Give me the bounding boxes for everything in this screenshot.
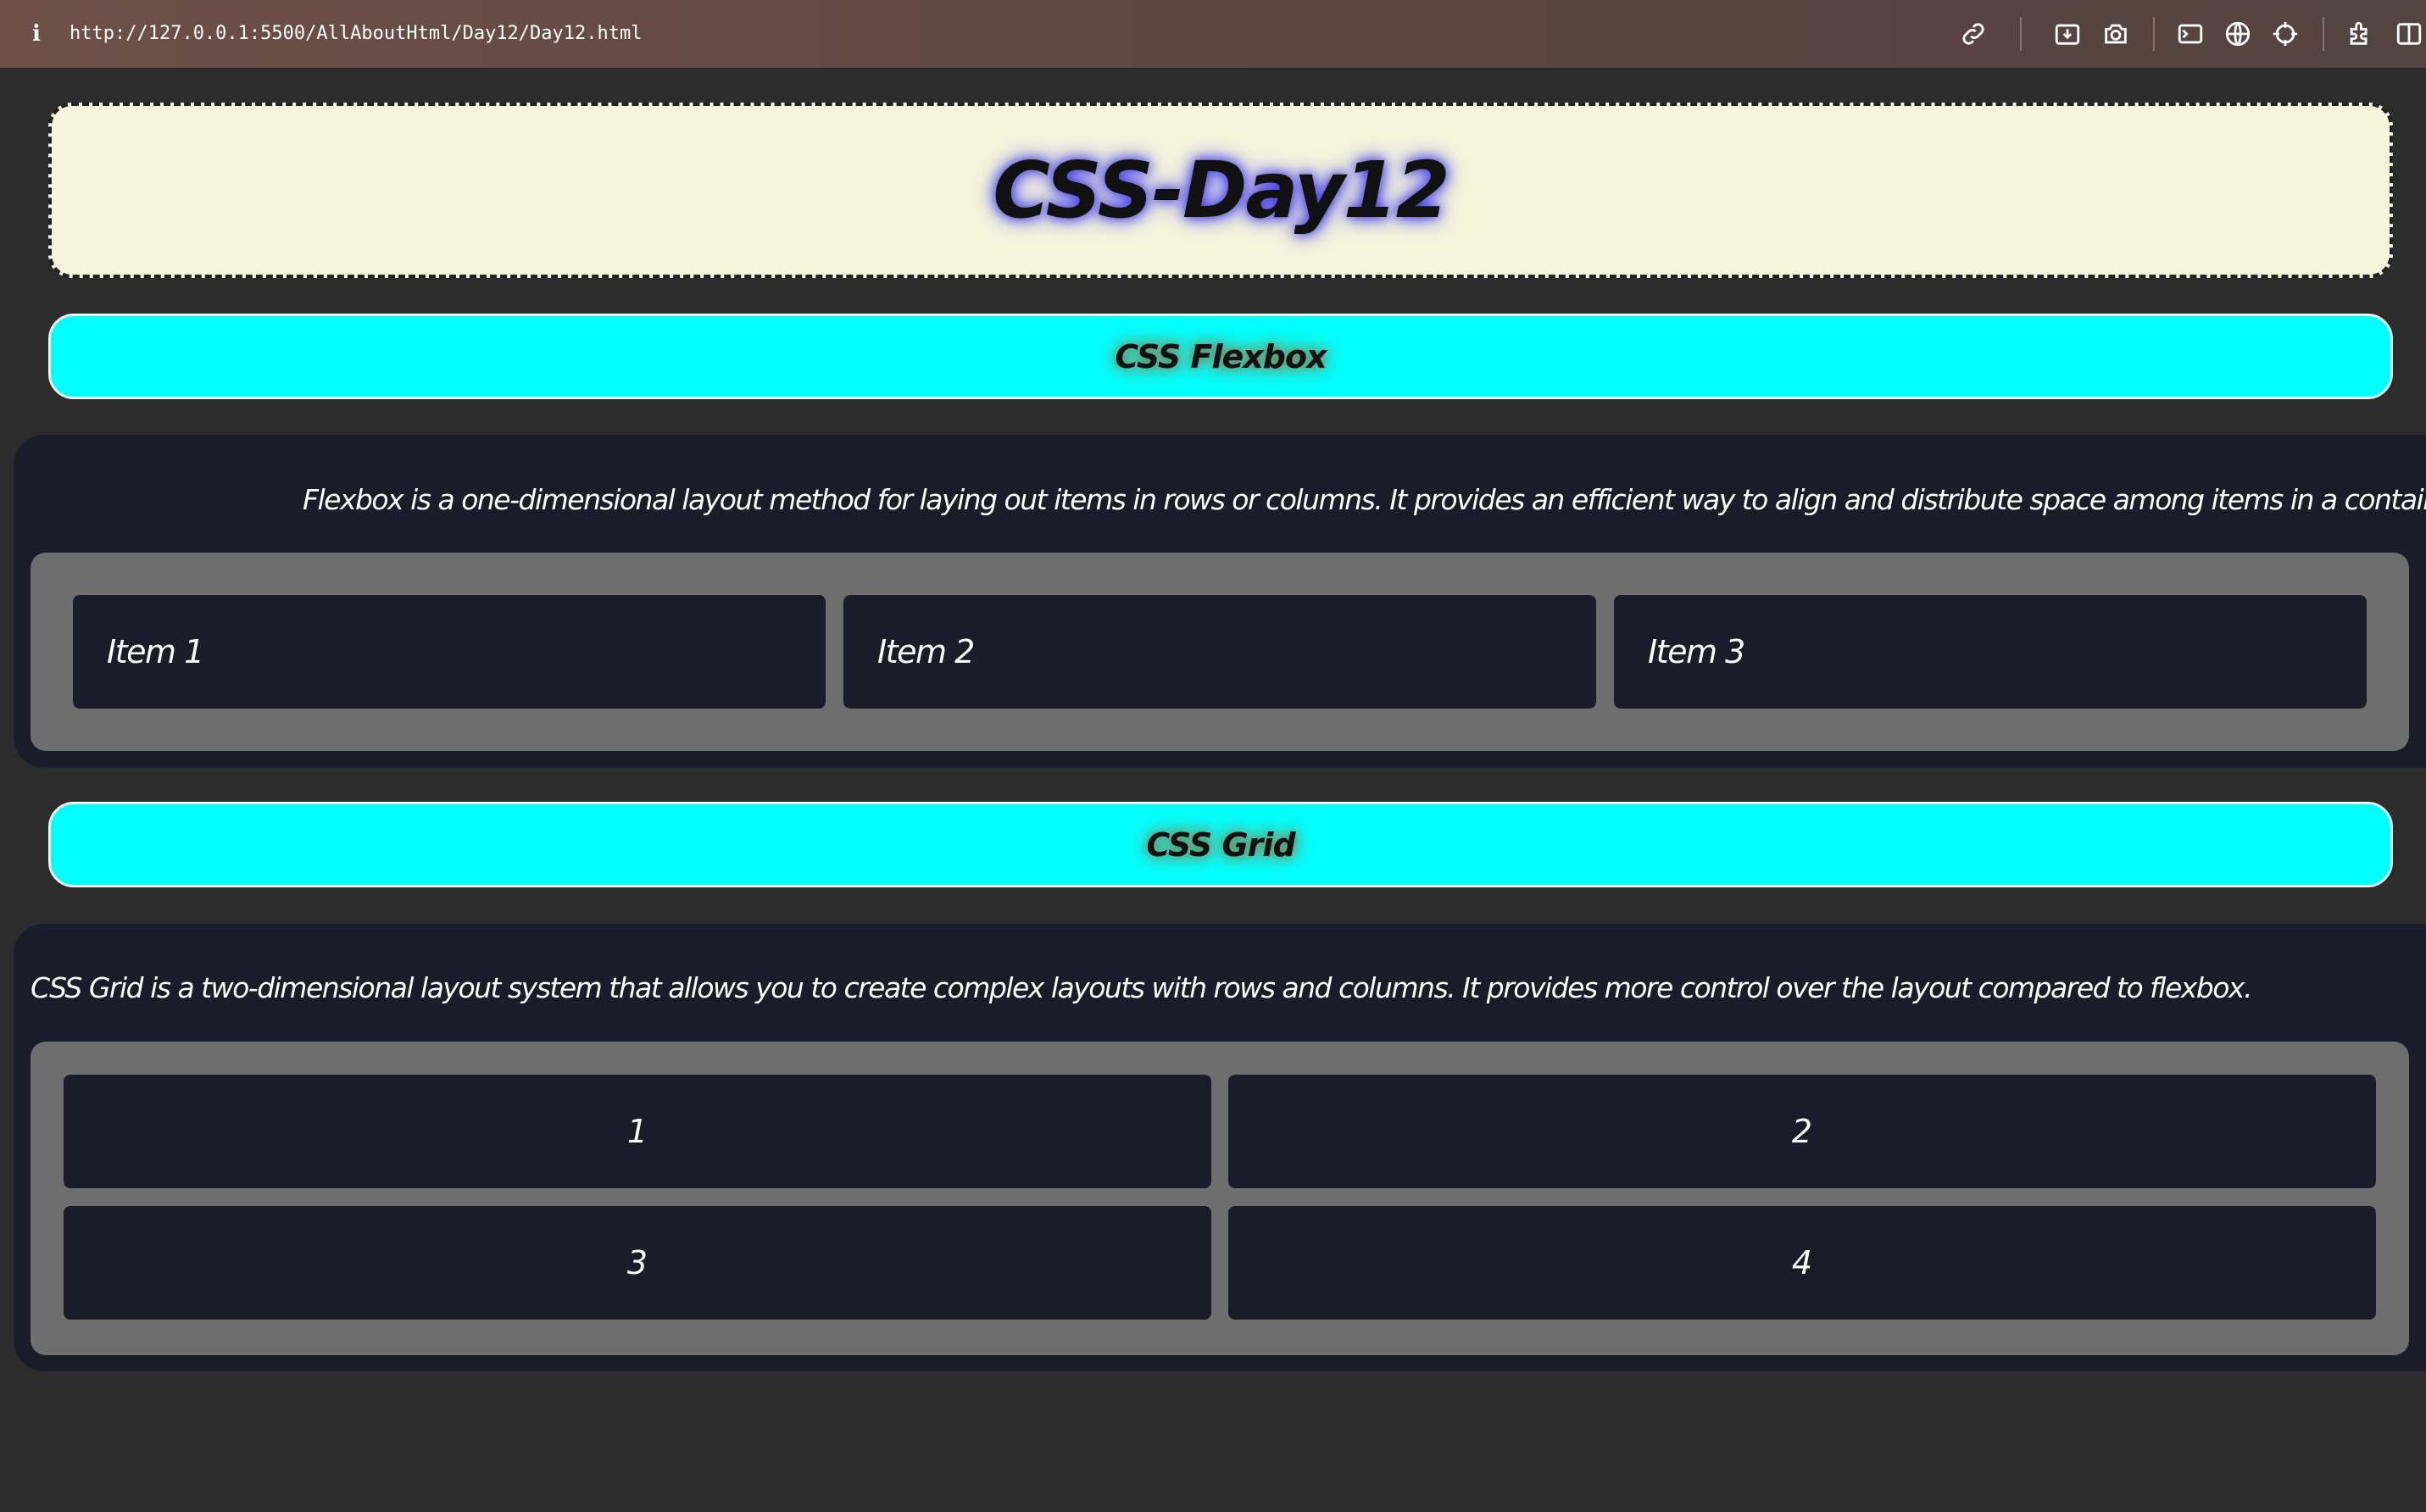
flex-container: Item 1 Item 2 Item 3 bbox=[31, 553, 2409, 751]
page-title-box: CSS-Day12 bbox=[48, 103, 2393, 278]
grid-panel: CSS Grid is a two-dimensional layout sys… bbox=[14, 924, 2426, 1371]
link-icon[interactable] bbox=[1958, 19, 1989, 49]
crosshair-icon[interactable] bbox=[2270, 19, 2301, 49]
flex-item: Item 1 bbox=[73, 595, 826, 709]
camera-icon[interactable] bbox=[2100, 19, 2131, 49]
toolbar-divider bbox=[2323, 17, 2324, 51]
download-icon[interactable] bbox=[2052, 19, 2083, 49]
flex-item: Item 3 bbox=[1614, 595, 2367, 709]
grid-item: 3 bbox=[64, 1206, 1211, 1320]
flexbox-heading: CSS Flexbox bbox=[1115, 337, 1327, 375]
grid-heading-bar: CSS Grid bbox=[48, 802, 2393, 887]
grid-item: 2 bbox=[1228, 1075, 2376, 1188]
flexbox-description: Flexbox is a one-dimensional layout meth… bbox=[303, 483, 2426, 516]
grid-heading: CSS Grid bbox=[1146, 825, 1295, 864]
browser-address-bar: i http://127.0.0.1:5500/AllAboutHtml/Day… bbox=[0, 0, 2426, 68]
flexbox-heading-bar: CSS Flexbox bbox=[48, 314, 2393, 399]
globe-icon[interactable] bbox=[2223, 19, 2253, 49]
grid-item: 1 bbox=[64, 1075, 1211, 1188]
page-title: CSS-Day12 bbox=[993, 145, 1449, 236]
toolbar-divider bbox=[2020, 17, 2022, 51]
flex-item: Item 2 bbox=[843, 595, 1596, 709]
grid-item: 4 bbox=[1228, 1206, 2376, 1320]
terminal-icon[interactable] bbox=[2175, 19, 2206, 49]
url-field[interactable]: http://127.0.0.1:5500/AllAboutHtml/Day12… bbox=[70, 19, 643, 49]
flexbox-panel: Flexbox is a one-dimensional layout meth… bbox=[14, 435, 2426, 768]
toolbar-divider bbox=[2153, 17, 2155, 51]
info-icon[interactable]: i bbox=[25, 19, 47, 49]
grid-container: 1 2 3 4 bbox=[31, 1042, 2409, 1355]
extensions-icon[interactable] bbox=[2345, 19, 2375, 49]
sidebar-icon[interactable] bbox=[2394, 19, 2424, 49]
grid-description: CSS Grid is a two-dimensional layout sys… bbox=[31, 971, 2252, 1004]
